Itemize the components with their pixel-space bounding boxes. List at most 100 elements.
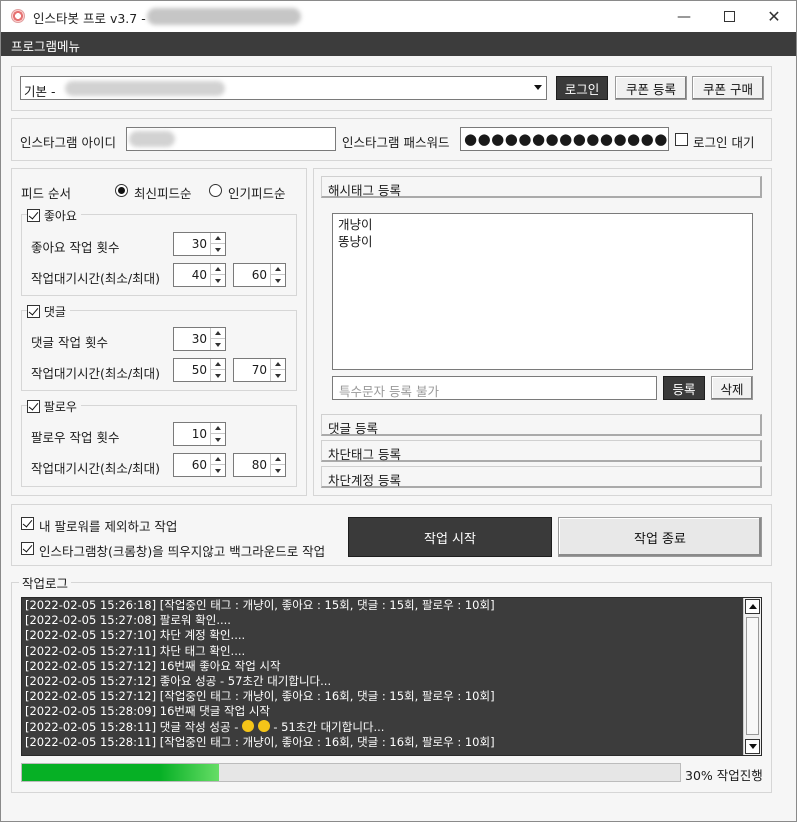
follow-count-value: 10 (191, 427, 207, 441)
chevron-down-icon[interactable] (534, 85, 542, 90)
follow-wait-label: 작업대기시간(최소/최대) (31, 461, 160, 476)
like-wait-min-stepper[interactable]: 40 (173, 263, 226, 287)
latest-feed-label: 최신피드순 (134, 186, 192, 201)
like-group-title: 좋아요 (43, 209, 77, 223)
log-scrollbar[interactable] (743, 598, 761, 755)
list-item[interactable]: 개냥이 (338, 216, 747, 233)
block-account-register-section[interactable]: 차단계정 등록 (321, 466, 762, 488)
comment-group-legend: 댓글 (27, 303, 70, 320)
scroll-down-icon[interactable] (745, 739, 760, 754)
comment-enable-checkbox[interactable] (27, 305, 40, 318)
list-item[interactable]: 똥냥이 (338, 233, 747, 250)
account-select[interactable]: 기본 - (20, 76, 547, 100)
close-icon[interactable]: ✕ (751, 1, 797, 32)
stepper-up-icon[interactable] (211, 328, 225, 339)
follow-group-title: 팔로우 (43, 400, 77, 414)
stepper-up-icon[interactable] (271, 264, 285, 275)
stepper-down-icon[interactable] (211, 244, 225, 255)
log-line: [2022-02-05 15:26:18] [작업중인 태그 : 개냥이, 좋아… (25, 598, 495, 612)
comment-count-value: 30 (191, 332, 207, 346)
id-field[interactable] (126, 127, 336, 151)
follow-count-stepper[interactable]: 10 (173, 422, 226, 446)
log-lines: [2022-02-05 15:26:18] [작업중인 태그 : 개냥이, 좋아… (25, 598, 740, 750)
window-title: 인스타봇 프로 v3.7 - (33, 11, 146, 26)
comment-register-section[interactable]: 댓글 등록 (321, 414, 762, 436)
minimize-icon[interactable]: — (661, 1, 707, 32)
follow-enable-checkbox[interactable] (27, 400, 40, 413)
comment-wait-max-stepper[interactable]: 70 (233, 358, 286, 382)
start-button[interactable]: 작업 시작 (348, 517, 552, 557)
comment-wait-label: 작업대기시간(최소/최대) (31, 366, 160, 381)
menu-program[interactable]: 프로그램메뉴 (11, 36, 80, 55)
stepper-up-icon[interactable] (271, 359, 285, 370)
redacted-account-name (65, 81, 225, 96)
hashtag-input[interactable]: 특수문자 등록 불가 (332, 376, 657, 400)
coupon-buy-button[interactable]: 쿠폰 구매 (692, 76, 764, 100)
login-button[interactable]: 로그인 (556, 76, 608, 100)
feed-order-label: 피드 순서 (21, 186, 71, 201)
like-enable-checkbox[interactable] (27, 209, 40, 222)
like-wait-min-value: 40 (191, 268, 207, 282)
popular-feed-radio[interactable] (209, 184, 222, 197)
log-output[interactable]: [2022-02-05 15:26:18] [작업중인 태그 : 개냥이, 좋아… (21, 597, 762, 756)
stepper-up-icon[interactable] (211, 359, 225, 370)
log-line: [2022-02-05 15:27:11] 차단 태그 확인.... (25, 643, 246, 658)
hashtag-delete-button[interactable]: 삭제 (711, 376, 753, 400)
id-label: 인스타그램 아이디 (20, 135, 116, 150)
follow-wait-min-value: 60 (191, 458, 207, 472)
progress-fill (22, 764, 220, 781)
scroll-thumb[interactable] (746, 617, 759, 735)
follow-count-label: 팔로우 작업 횟수 (31, 430, 120, 445)
stop-button[interactable]: 작업 종료 (558, 517, 762, 557)
stepper-down-icon[interactable] (211, 370, 225, 381)
log-line: [2022-02-05 15:27:10] 차단 계정 확인.... (25, 628, 246, 643)
latest-feed-radio[interactable] (115, 184, 128, 197)
log-line-prefix: [2022-02-05 15:28:11] 댓글 작성 성공 - (25, 719, 243, 734)
app-logo-icon (11, 9, 25, 23)
log-line: [2022-02-05 15:28:11] [작업중인 태그 : 개냥이, 좋아… (25, 734, 495, 749)
comment-count-stepper[interactable]: 30 (173, 327, 226, 351)
like-count-stepper[interactable]: 30 (173, 232, 226, 256)
progress-label: 30% 작업진행 (685, 768, 763, 783)
stepper-up-icon[interactable] (211, 423, 225, 434)
stepper-down-icon[interactable] (211, 434, 225, 445)
stepper-down-icon[interactable] (271, 275, 285, 286)
background-mode-checkbox[interactable] (21, 542, 34, 555)
title-bar[interactable]: 인스타봇 프로 v3.7 - — ✕ (1, 1, 796, 32)
exclude-followers-checkbox[interactable] (21, 517, 34, 530)
scroll-up-icon[interactable] (745, 599, 760, 614)
app-window: 인스타봇 프로 v3.7 - — ✕ 프로그램메뉴 기본 - 로그인 쿠폰 등록… (0, 0, 797, 822)
password-field[interactable]: ●●●●●●●●●●●●●●● (460, 127, 669, 151)
hashtag-add-button[interactable]: 등록 (663, 376, 705, 400)
log-line-suffix: - 51초간 대기합니다... (269, 719, 385, 734)
menu-bar: 프로그램메뉴 (1, 32, 796, 56)
block-tag-register-section[interactable]: 차단태그 등록 (321, 440, 762, 462)
stepper-up-icon[interactable] (211, 264, 225, 275)
login-wait-label: 로그인 대기 (693, 135, 755, 150)
coupon-register-button[interactable]: 쿠폰 등록 (615, 76, 687, 100)
log-line: [2022-02-05 15:27:12] [작업중인 태그 : 개냥이, 좋아… (25, 689, 495, 704)
like-wait-max-stepper[interactable]: 60 (233, 263, 286, 287)
stepper-up-icon[interactable] (211, 233, 225, 244)
comment-wait-min-stepper[interactable]: 50 (173, 358, 226, 382)
heart-eyes-emoji-icon (242, 719, 255, 732)
stepper-down-icon[interactable] (211, 275, 225, 286)
follow-wait-min-stepper[interactable]: 60 (173, 453, 226, 477)
stepper-up-icon[interactable] (271, 454, 285, 465)
maximize-icon[interactable] (706, 1, 752, 32)
follow-wait-max-stepper[interactable]: 80 (233, 453, 286, 477)
account-select-value: 기본 - (24, 84, 56, 99)
stepper-down-icon[interactable] (211, 465, 225, 476)
stepper-up-icon[interactable] (211, 454, 225, 465)
login-wait-checkbox[interactable] (675, 133, 688, 146)
stepper-down-icon[interactable] (271, 370, 285, 381)
like-wait-label: 작업대기시간(최소/최대) (31, 271, 160, 286)
hashtag-list[interactable]: 개냥이 똥냥이 (332, 213, 753, 370)
like-wait-max-value: 60 (251, 268, 267, 282)
stepper-down-icon[interactable] (211, 339, 225, 350)
log-line: [2022-02-05 15:28:11] 댓글 작성 성공 - - 51초간 … (25, 719, 740, 735)
log-title: 작업로그 (19, 573, 72, 592)
hashtag-register-header[interactable]: 해시태그 등록 (321, 176, 762, 198)
comment-group-title: 댓글 (43, 305, 66, 319)
stepper-down-icon[interactable] (271, 465, 285, 476)
